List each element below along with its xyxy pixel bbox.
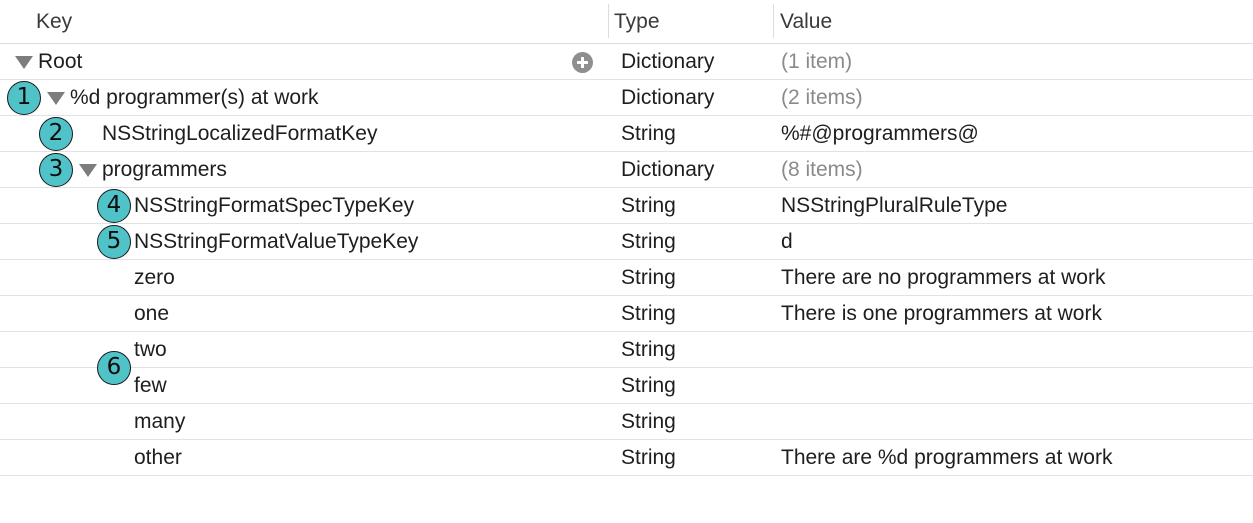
row-type[interactable]: Dictionary bbox=[621, 152, 714, 187]
table-row[interactable]: NSStringLocalizedFormatKey String %#@pro… bbox=[0, 116, 1253, 152]
row-key[interactable]: %d programmer(s) at work bbox=[70, 80, 319, 115]
row-type[interactable]: String bbox=[621, 296, 676, 331]
disclosure-triangle-icon[interactable] bbox=[15, 56, 33, 69]
row-key[interactable]: one bbox=[134, 296, 169, 331]
row-key[interactable]: Root bbox=[38, 44, 82, 79]
column-divider[interactable] bbox=[608, 4, 609, 38]
table-row[interactable]: programmers Dictionary (8 items) bbox=[0, 152, 1253, 188]
value-column-header[interactable]: Value bbox=[780, 0, 832, 43]
row-value[interactable]: There are no programmers at work bbox=[781, 260, 1105, 295]
callout-badge-4: 4 bbox=[97, 189, 131, 223]
row-value[interactable]: NSStringPluralRuleType bbox=[781, 188, 1007, 223]
type-column-header[interactable]: Type bbox=[614, 0, 660, 43]
table-row[interactable]: two String bbox=[0, 332, 1253, 368]
callout-badge-1: 1 bbox=[7, 81, 41, 115]
plist-rows: Root Dictionary (1 item) %d programmer(s… bbox=[0, 44, 1253, 476]
table-row[interactable]: NSStringFormatSpecTypeKey String NSStrin… bbox=[0, 188, 1253, 224]
row-value[interactable]: %#@programmers@ bbox=[781, 116, 979, 151]
row-key[interactable]: NSStringLocalizedFormatKey bbox=[102, 116, 377, 151]
disclosure-triangle-icon[interactable] bbox=[79, 164, 97, 177]
row-key[interactable]: many bbox=[134, 404, 185, 439]
add-item-icon[interactable] bbox=[572, 52, 593, 73]
row-key[interactable]: NSStringFormatValueTypeKey bbox=[134, 224, 418, 259]
disclosure-triangle-icon[interactable] bbox=[47, 92, 65, 105]
row-key[interactable]: NSStringFormatSpecTypeKey bbox=[134, 188, 414, 223]
table-row[interactable]: many String bbox=[0, 404, 1253, 440]
row-type[interactable]: Dictionary bbox=[621, 80, 714, 115]
table-row[interactable]: other String There are %d programmers at… bbox=[0, 440, 1253, 476]
callout-badge-5: 5 bbox=[97, 225, 131, 259]
table-row[interactable]: Root Dictionary (1 item) bbox=[0, 44, 1253, 80]
row-key[interactable]: two bbox=[134, 332, 167, 367]
row-type[interactable]: String bbox=[621, 368, 676, 403]
table-row[interactable]: NSStringFormatValueTypeKey String d bbox=[0, 224, 1253, 260]
table-row[interactable]: %d programmer(s) at work Dictionary (2 i… bbox=[0, 80, 1253, 116]
column-divider[interactable] bbox=[773, 4, 774, 38]
table-row[interactable]: one String There is one programmers at w… bbox=[0, 296, 1253, 332]
callout-badge-6: 6 bbox=[97, 351, 131, 385]
row-value: (2 items) bbox=[781, 86, 863, 109]
row-value[interactable]: There is one programmers at work bbox=[781, 296, 1102, 331]
row-type[interactable]: String bbox=[621, 260, 676, 295]
key-column-header[interactable]: Key bbox=[36, 0, 72, 43]
row-key[interactable]: zero bbox=[134, 260, 175, 295]
column-header: Key Type Value bbox=[0, 0, 1253, 44]
callout-badge-2: 2 bbox=[39, 117, 73, 151]
callout-badge-3: 3 bbox=[39, 153, 73, 187]
row-type[interactable]: String bbox=[621, 188, 676, 223]
row-value: (8 items) bbox=[781, 158, 863, 181]
row-type[interactable]: Dictionary bbox=[621, 44, 714, 79]
row-key[interactable]: few bbox=[134, 368, 167, 403]
row-key[interactable]: other bbox=[134, 440, 182, 475]
table-row[interactable]: zero String There are no programmers at … bbox=[0, 260, 1253, 296]
plist-editor: Key Type Value Root Dictionary (1 item) … bbox=[0, 0, 1253, 523]
row-value[interactable]: d bbox=[781, 224, 793, 259]
row-type[interactable]: String bbox=[621, 116, 676, 151]
row-value: (1 item) bbox=[781, 50, 853, 73]
row-type[interactable]: String bbox=[621, 332, 676, 367]
row-type[interactable]: String bbox=[621, 404, 676, 439]
row-value[interactable]: There are %d programmers at work bbox=[781, 440, 1112, 475]
row-type[interactable]: String bbox=[621, 224, 676, 259]
row-type[interactable]: String bbox=[621, 440, 676, 475]
row-key[interactable]: programmers bbox=[102, 152, 227, 187]
table-row[interactable]: few String bbox=[0, 368, 1253, 404]
